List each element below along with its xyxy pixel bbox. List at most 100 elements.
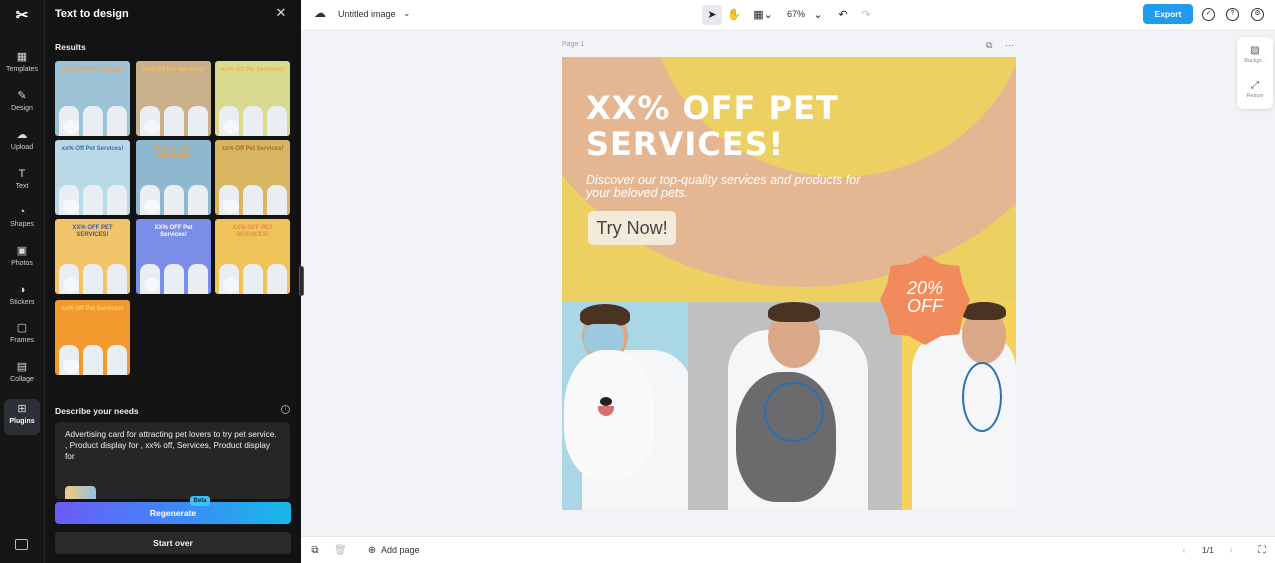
result-thumbnail[interactable]: xx% Off Pet Services! (215, 140, 290, 215)
photo-vet-with-dog[interactable] (562, 302, 692, 510)
add-page-button[interactable]: Add page (381, 545, 420, 555)
rail-item-text[interactable]: T Text (0, 164, 44, 200)
export-label: Export (1154, 9, 1182, 19)
result-thumbnail[interactable]: XX% OFF PET SERVICES! (55, 219, 130, 294)
redo-icon[interactable]: ↷ (856, 5, 876, 25)
right-panel-label: Resize (1246, 93, 1264, 99)
zoom-level[interactable]: 67% (787, 9, 805, 19)
result-thumbnail[interactable]: xx% Off Pet Services! (55, 140, 130, 215)
plugins-icon: ⊞ (17, 403, 27, 415)
rail-item-label: Text (15, 183, 29, 190)
right-panel-backgr[interactable]: ▨ Backgr... (1237, 39, 1273, 71)
capcut-logo-icon[interactable]: ✂ (12, 6, 32, 24)
page-counter: 1/1 (1202, 545, 1214, 555)
badge-percent: 20% (906, 278, 944, 298)
select-tool-icon[interactable]: ➤ (702, 5, 722, 25)
needs-text[interactable]: Advertising card for attracting pet love… (65, 429, 277, 462)
results-label: Results (55, 42, 86, 52)
info-icon[interactable]: i (281, 405, 290, 414)
page-label: Page 1 (562, 41, 585, 48)
thumbnail-title: XX% OFF PET SERVICES! (153, 146, 194, 159)
text-icon: T (18, 168, 26, 180)
text-to-design-panel: Text to design ✕ Results xx% Off Pet Ser… (45, 0, 301, 563)
keyboard-shortcuts-icon[interactable] (15, 539, 28, 550)
trash-icon[interactable]: 🗑 (334, 545, 347, 557)
undo-icon[interactable]: ↶ (833, 5, 853, 25)
start-over-button[interactable]: Start over (55, 532, 291, 554)
result-thumbnail[interactable]: xx% Off Pet Services! (136, 61, 211, 136)
rail-item-label: Stickers (9, 299, 35, 306)
thumbnail-title: xx% Off Pet Services! (221, 146, 284, 152)
headline-text[interactable]: XX% OFF PET SERVICES! (586, 90, 886, 162)
shapes-icon: ◔ (18, 206, 26, 218)
panel-collapse-handle[interactable] (299, 266, 304, 296)
prev-page-icon[interactable]: ‹ (1178, 545, 1190, 557)
layout-menu-icon[interactable]: ▦⌄ (750, 5, 776, 25)
thumbnail-title: xx% Off Pet Services! (61, 67, 124, 73)
upload-icon: ☁ (16, 129, 28, 141)
thumbnail-title: xx% Off Pet Services! (61, 146, 124, 152)
rail-item-label: Upload (10, 144, 34, 151)
rail-item-plugins[interactable]: ⊞ Plugins (4, 399, 40, 435)
rail-item-collage[interactable]: ▤ Collage (0, 357, 44, 393)
rail-item-label: Design (11, 105, 33, 112)
photos-icon: ▣ (16, 245, 28, 257)
document-title[interactable]: Untitled image (338, 9, 396, 19)
result-thumbnail[interactable]: XX% OFF PET SERVICES! (136, 140, 211, 215)
design-icon: ✎ (17, 90, 27, 102)
rail-item-shapes[interactable]: ◔ Shapes (0, 202, 44, 238)
thumbnail-title: xx% Off Pet Services! (221, 67, 284, 73)
rail-item-label: Shapes (10, 221, 34, 228)
result-thumbnail[interactable]: xx% Off Pet Services! (215, 61, 290, 136)
stickers-icon: ◑ (18, 284, 26, 296)
beta-badge: Beta (190, 496, 210, 506)
more-options-icon[interactable]: ⋯ (1005, 40, 1014, 51)
describe-needs-label: Describe your needs (55, 406, 139, 416)
export-button[interactable]: Export (1143, 4, 1193, 24)
artboard[interactable]: XX% OFF PET SERVICES! Discover our top-q… (562, 57, 1016, 510)
next-page-icon[interactable]: › (1225, 545, 1237, 557)
chevron-down-icon[interactable]: ⌄ (403, 8, 411, 19)
settings-gear-icon[interactable]: ⚙ (1251, 8, 1264, 21)
rail-item-upload[interactable]: ☁ Upload (0, 125, 44, 161)
badge-off: OFF (907, 296, 943, 316)
rail-item-label: Collage (10, 376, 34, 383)
pages-icon[interactable]: ⧉ (309, 545, 321, 557)
rail-item-templates[interactable]: ▦ Templates (0, 47, 44, 83)
shield-icon[interactable]: ✓ (1202, 8, 1215, 21)
right-panel-resize[interactable]: ⤢ Resize (1237, 74, 1273, 106)
rail-item-stickers[interactable]: ◑ Stickers (0, 280, 44, 316)
rail-item-design[interactable]: ✎ Design (0, 86, 44, 122)
result-thumbnail[interactable]: xx% Off Pet Services! (55, 300, 130, 375)
left-rail: ✂ ▦ Templates ✎ Design ☁ Upload T Text ◔ Shapes ▣ P… (0, 0, 45, 563)
describe-needs-textarea[interactable]: Advertising card for attracting pet love… (55, 422, 290, 499)
result-thumbnail[interactable]: xx% Off Pet Services! (55, 61, 130, 136)
templates-icon: ▦ (16, 51, 28, 63)
help-icon[interactable]: ? (1226, 8, 1239, 21)
result-thumbnail[interactable]: XX% OFF Pet Services! (136, 219, 211, 294)
photo-vet-with-cat[interactable] (688, 302, 902, 510)
rail-item-label: Photos (11, 260, 33, 267)
zoom-chevron-icon[interactable]: ⌄ (808, 5, 828, 25)
regenerate-button[interactable]: Regenerate (55, 502, 291, 524)
collage-icon: ▤ (16, 361, 28, 373)
cloud-save-icon[interactable]: ☁ (314, 7, 327, 19)
rail-item-label: Templates (6, 66, 38, 73)
add-page-icon[interactable]: ⊕ (366, 545, 378, 557)
rail-item-frames[interactable]: ▢ Frames (0, 318, 44, 354)
thumbnail-title: xx% Off Pet Services! (61, 306, 124, 312)
reference-image-thumbnail[interactable] (65, 486, 96, 499)
rail-item-photos[interactable]: ▣ Photos (0, 241, 44, 277)
subtext[interactable]: Discover our top-quality services and pr… (586, 174, 876, 200)
thumbnail-title: xx% Off Pet Services! (142, 67, 205, 73)
result-thumbnail[interactable]: XX% OFF PET SERVICES! (215, 219, 290, 294)
discount-badge-text: 20% OFF (880, 279, 970, 315)
try-now-button[interactable]: Try Now! (588, 211, 676, 245)
duplicate-page-icon[interactable]: ⧉ (986, 40, 992, 51)
thumbnail-title: XX% OFF Pet Services! (154, 225, 193, 238)
hand-tool-icon[interactable]: ✋ (724, 5, 744, 25)
close-icon[interactable]: ✕ (274, 6, 288, 20)
fullscreen-icon[interactable]: ⛶ (1256, 545, 1268, 557)
right-tools-panel: ▨ Backgr... ⤢ Resize (1237, 37, 1273, 109)
top-bar: ☁ Untitled image ⌄ ➤ ✋ ▦⌄ 67% ⌄ ↶ ↷ Expo… (301, 0, 1275, 31)
